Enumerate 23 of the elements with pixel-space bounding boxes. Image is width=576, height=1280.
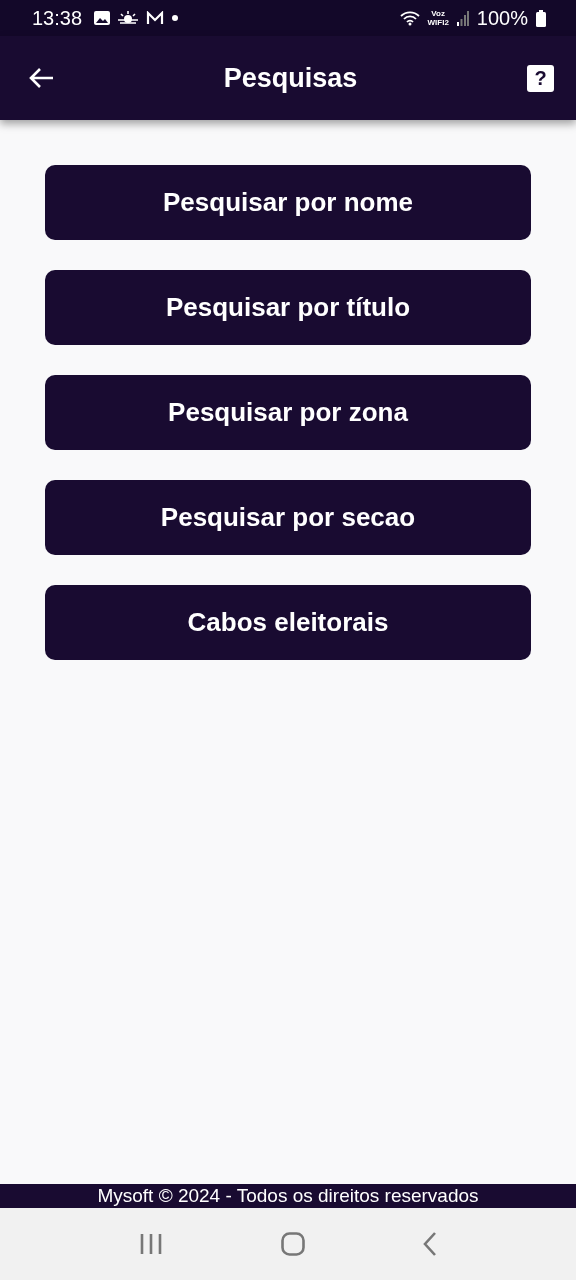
home-icon[interactable] xyxy=(281,1232,305,1256)
menu-button[interactable]: Pesquisar por nome xyxy=(45,165,531,240)
mail-icon xyxy=(146,11,165,25)
footer-text: Mysoft © 2024 - Todos os direitos reservados xyxy=(0,1184,576,1208)
network-label: Voz xyxy=(431,9,445,18)
network-label: WIFI2 xyxy=(427,18,449,27)
menu-button[interactable]: Pesquisar por título xyxy=(45,270,531,345)
back-arrow-icon[interactable] xyxy=(28,67,54,89)
weather-icon xyxy=(118,11,139,25)
battery-percent: 100% xyxy=(476,6,528,30)
signal-icon xyxy=(456,10,469,26)
wifi-icon xyxy=(399,10,420,26)
back-icon[interactable] xyxy=(423,1232,437,1256)
image-icon xyxy=(94,11,111,25)
dot-icon xyxy=(172,15,179,21)
menu-button[interactable]: Pesquisar por secao xyxy=(45,480,531,555)
menu-button[interactable]: Pesquisar por zona xyxy=(45,375,531,450)
recents-icon[interactable] xyxy=(139,1233,163,1255)
menu-button[interactable]: Cabos eleitorais xyxy=(45,585,531,660)
status-time: 13:38 xyxy=(32,6,83,30)
help-button[interactable]: ? xyxy=(527,64,554,92)
screen-title: Pesquisas xyxy=(222,62,359,94)
battery-icon xyxy=(536,9,546,27)
